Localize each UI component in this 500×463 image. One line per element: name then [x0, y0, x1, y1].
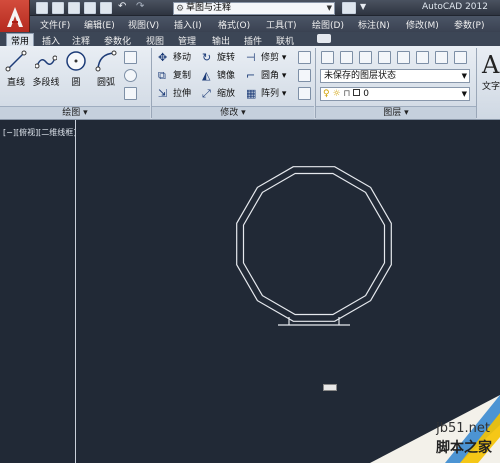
- watermark-name: 脚本之家: [436, 440, 492, 456]
- watermark-site: jb51.net: [436, 421, 490, 436]
- dodecagon-outline: [242, 172, 386, 316]
- dodecagon-ring: [236, 166, 392, 322]
- drawing-geometry: [236, 166, 392, 326]
- cursor-indicator: [323, 384, 337, 391]
- dodecagon-outline: [236, 166, 392, 322]
